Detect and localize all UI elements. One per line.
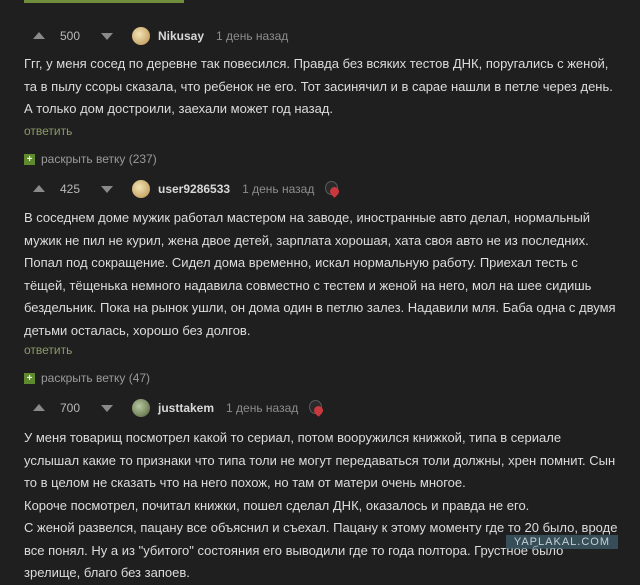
expand-thread-label: раскрыть ветку (47) — [41, 371, 151, 385]
avatar[interactable] — [132, 399, 150, 417]
downvote-arrow-icon[interactable] — [100, 182, 114, 196]
comment-meta: 500 Nikusay 1 день назад — [24, 24, 288, 48]
upvote-arrow-icon[interactable] — [32, 182, 46, 196]
comment-paragraph: С женой развелся, пацану все объяснил и … — [24, 520, 618, 580]
reply-link[interactable]: ответить — [24, 343, 72, 357]
avatar[interactable] — [132, 180, 150, 198]
upvote-arrow-icon[interactable] — [32, 29, 46, 43]
plus-icon: + — [24, 372, 35, 384]
comment-time: 1 день назад — [216, 29, 289, 43]
watermark: YAPLAKAL.COM — [505, 535, 618, 549]
comment-time: 1 день назад — [226, 401, 299, 415]
expand-thread-button[interactable]: + раскрыть ветку (237) — [24, 152, 157, 166]
comment-text: В соседнем доме мужик работал мастером н… — [24, 207, 619, 342]
comment-paragraph: В соседнем доме мужик работал мастером н… — [24, 210, 616, 338]
comment-username[interactable]: user9286533 — [158, 182, 230, 196]
plus-icon: + — [24, 153, 35, 165]
comment-paragraph: У меня товарищ посмотрел какой то сериал… — [24, 430, 616, 490]
heart-award-icon — [308, 400, 326, 417]
top-accent-bar — [24, 0, 184, 3]
comment-score: 700 — [60, 401, 81, 415]
downvote-arrow-icon[interactable] — [100, 401, 114, 415]
comment-text: У меня товарищ посмотрел какой то сериал… — [24, 427, 619, 585]
comment-meta: 700 justtakem 1 день назад — [24, 396, 326, 420]
comment-paragraph: Ггг, у меня сосед по деревне так повесил… — [24, 56, 613, 116]
avatar[interactable] — [132, 27, 150, 45]
expand-thread-label: раскрыть ветку (237) — [41, 152, 157, 166]
expand-thread-button[interactable]: + раскрыть ветку (47) — [24, 371, 150, 385]
comment-username[interactable]: Nikusay — [158, 29, 204, 43]
comment-username[interactable]: justtakem — [158, 401, 214, 415]
comment-paragraph: Короче посмотрел, почитал книжки, пошел … — [24, 497, 530, 513]
downvote-arrow-icon[interactable] — [100, 29, 114, 43]
comment-score: 425 — [60, 182, 81, 196]
reply-link[interactable]: ответить — [24, 124, 72, 138]
upvote-arrow-icon[interactable] — [32, 401, 46, 415]
comment-meta: 425 user9286533 1 день назад — [24, 177, 342, 201]
comment-time: 1 день назад — [242, 182, 315, 196]
comment-text: Ггг, у меня сосед по деревне так повесил… — [24, 53, 619, 121]
heart-award-icon — [324, 181, 342, 198]
comment-score: 500 — [60, 29, 81, 43]
